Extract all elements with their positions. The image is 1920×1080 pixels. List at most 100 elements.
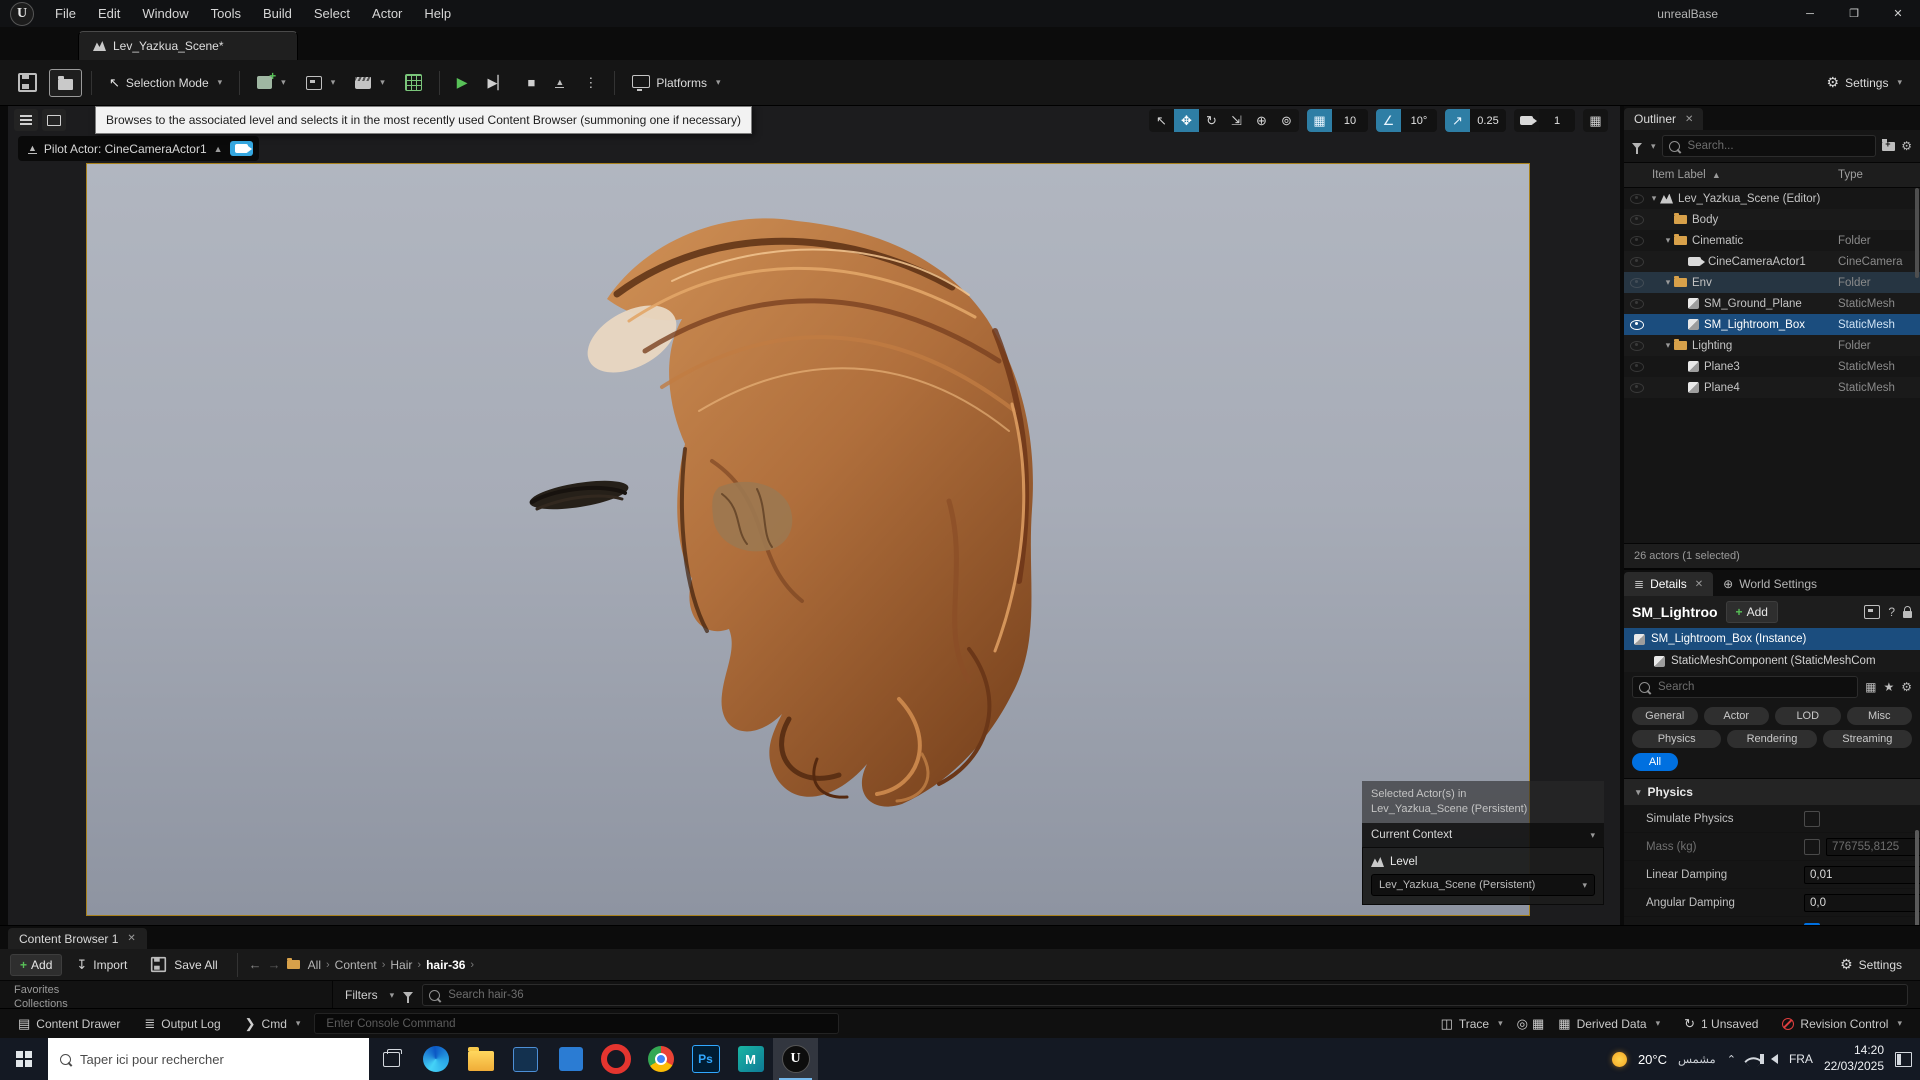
- trace-button[interactable]: ◫ Trace ▾: [1431, 1013, 1513, 1035]
- play-options-button[interactable]: ⋮: [576, 69, 605, 97]
- cmd-dropdown[interactable]: ❯ Cmd ▾: [235, 1013, 311, 1035]
- current-context-header[interactable]: Current Context ▾: [1362, 823, 1604, 847]
- console-command-input[interactable]: [324, 1016, 830, 1031]
- details-settings-icon[interactable]: ⚙: [1901, 680, 1912, 694]
- lock-icon[interactable]: [1903, 606, 1912, 618]
- outliner-row[interactable]: CineCameraActor1 CineCamera: [1624, 251, 1920, 272]
- notification-center-icon[interactable]: [1895, 1051, 1912, 1067]
- grid-snap-control[interactable]: ▦ 10: [1307, 109, 1368, 132]
- angle-snap-icon[interactable]: ∠: [1376, 109, 1401, 132]
- item-label-column[interactable]: Item Label ▲: [1652, 169, 1838, 181]
- details-scrollbar[interactable]: [1915, 830, 1919, 925]
- viewport-layout-icon[interactable]: ▦: [1583, 109, 1608, 132]
- minimize-button[interactable]: ─: [1788, 0, 1832, 27]
- photoshop-icon[interactable]: Ps: [683, 1038, 728, 1080]
- start-button[interactable]: [0, 1038, 48, 1080]
- asset-search[interactable]: [422, 984, 1908, 1006]
- unsaved-button[interactable]: ↻ 1 Unsaved: [1674, 1013, 1768, 1035]
- favorites-label[interactable]: Favorites: [14, 983, 332, 997]
- cb-add-button[interactable]: + Add: [10, 953, 63, 976]
- outliner-column-header[interactable]: Item Label ▲ Type: [1624, 162, 1920, 188]
- weather-temperature[interactable]: 20°C: [1638, 1052, 1667, 1067]
- type-column[interactable]: Type: [1838, 169, 1920, 181]
- breadcrumb-item[interactable]: hair-36: [424, 958, 467, 972]
- angle-snap-control[interactable]: ∠ 10°: [1376, 109, 1437, 132]
- play-button[interactable]: ▶: [449, 68, 476, 97]
- breadcrumb-item[interactable]: Content: [333, 958, 379, 972]
- surface-snap-icon[interactable]: ⊚: [1274, 109, 1299, 132]
- filter-funnel-icon[interactable]: [403, 992, 414, 1003]
- maximize-button[interactable]: ❐: [1832, 0, 1876, 27]
- hidden-icons-chevron[interactable]: ⌃: [1727, 1053, 1736, 1066]
- visibility-eye-icon[interactable]: [1630, 256, 1644, 267]
- new-folder-icon[interactable]: [1882, 139, 1896, 151]
- path-folder-icon[interactable]: [286, 957, 300, 969]
- property-input[interactable]: [1804, 865, 1920, 884]
- category-filter-general[interactable]: General: [1632, 707, 1698, 725]
- output-log-button[interactable]: ≣ Output Log: [134, 1013, 230, 1035]
- stop-button[interactable]: ■: [520, 69, 544, 96]
- save-button[interactable]: [10, 67, 45, 98]
- outliner-scrollbar[interactable]: [1915, 188, 1919, 278]
- app-window-icon[interactable]: [503, 1038, 548, 1080]
- expander-icon[interactable]: ▾: [1662, 340, 1674, 351]
- outliner-row[interactable]: Plane4 StaticMesh: [1624, 377, 1920, 398]
- convert-blueprint-icon[interactable]: [1864, 605, 1881, 619]
- outliner-row[interactable]: Body: [1624, 209, 1920, 230]
- checkbox[interactable]: [1804, 810, 1820, 827]
- details-search[interactable]: [1632, 676, 1859, 698]
- menu-item-tools[interactable]: Tools: [200, 0, 252, 27]
- edge-icon[interactable]: [413, 1038, 458, 1080]
- save-all-button[interactable]: Save All: [141, 949, 225, 980]
- camera-speed-control[interactable]: 1: [1514, 109, 1575, 132]
- viewport-render-area[interactable]: [86, 163, 1530, 916]
- expander-icon[interactable]: ▾: [1662, 235, 1674, 246]
- viewport-maximize-button[interactable]: [42, 109, 66, 131]
- scale-tool-icon[interactable]: ⇲: [1224, 109, 1249, 132]
- expander-icon[interactable]: ▾: [1648, 193, 1660, 204]
- platforms-dropdown[interactable]: Platforms ▾: [624, 70, 728, 96]
- outliner-row[interactable]: ▾ Cinematic Folder: [1624, 230, 1920, 251]
- import-button[interactable]: ↧ Import: [68, 951, 135, 979]
- outliner-search-input[interactable]: [1685, 139, 1870, 153]
- menu-item-actor[interactable]: Actor: [361, 0, 413, 27]
- grid-snap-icon[interactable]: ▦: [1307, 109, 1332, 132]
- camera-speed-value[interactable]: 1: [1539, 109, 1575, 132]
- collapse-icon[interactable]: ▲: [214, 144, 223, 154]
- camera-view-toggle[interactable]: [229, 141, 253, 156]
- category-filter-misc[interactable]: Misc: [1846, 707, 1912, 725]
- browse-content-button[interactable]: [49, 68, 82, 97]
- visibility-eye-icon[interactable]: [1630, 214, 1644, 225]
- insights-icon[interactable]: ▦: [1532, 1016, 1544, 1032]
- environment-button[interactable]: [397, 68, 430, 97]
- tab-world-settings[interactable]: ⊕ World Settings: [1713, 572, 1827, 596]
- close-icon[interactable]: ✕: [1695, 579, 1703, 590]
- component-row-root[interactable]: SM_Lightroom_Box (Instance): [1624, 628, 1920, 650]
- language-indicator[interactable]: FRA: [1789, 1052, 1813, 1066]
- component-row-child[interactable]: StaticMeshComponent (StaticMeshCom: [1624, 650, 1920, 672]
- eject-button[interactable]: ▲: [547, 72, 572, 94]
- property-input[interactable]: [1804, 893, 1920, 912]
- visibility-eye-icon[interactable]: [1630, 193, 1644, 204]
- outliner-row[interactable]: ▾ Lev_Yazkua_Scene (Editor): [1624, 188, 1920, 209]
- menu-item-help[interactable]: Help: [413, 0, 462, 27]
- breadcrumb-item[interactable]: Hair: [388, 958, 414, 972]
- menu-item-file[interactable]: File: [44, 0, 87, 27]
- unreal-logo-icon[interactable]: U: [10, 1, 34, 26]
- visibility-eye-icon[interactable]: [1630, 340, 1644, 351]
- outliner-row[interactable]: ▾ Lighting Folder: [1624, 335, 1920, 356]
- level-tab[interactable]: Lev_Yazkua_Scene*: [78, 31, 298, 60]
- category-filter-rendering[interactable]: Rendering: [1727, 730, 1817, 748]
- outliner-row[interactable]: SM_Ground_Plane StaticMesh: [1624, 293, 1920, 314]
- viewport-menu-button[interactable]: [14, 109, 38, 131]
- menu-item-build[interactable]: Build: [252, 0, 303, 27]
- angle-snap-value[interactable]: 10°: [1401, 109, 1437, 132]
- scale-snap-value[interactable]: 0.25: [1470, 109, 1506, 132]
- filter-funnel-icon[interactable]: [1632, 143, 1642, 154]
- visibility-eye-icon[interactable]: [1630, 277, 1644, 288]
- category-filter-actor[interactable]: Actor: [1703, 707, 1769, 725]
- add-component-button[interactable]: + Add: [1725, 601, 1778, 623]
- visibility-eye-icon[interactable]: [1630, 382, 1644, 393]
- add-actor-button[interactable]: ▾: [249, 69, 294, 95]
- visibility-eye-icon[interactable]: [1630, 298, 1644, 309]
